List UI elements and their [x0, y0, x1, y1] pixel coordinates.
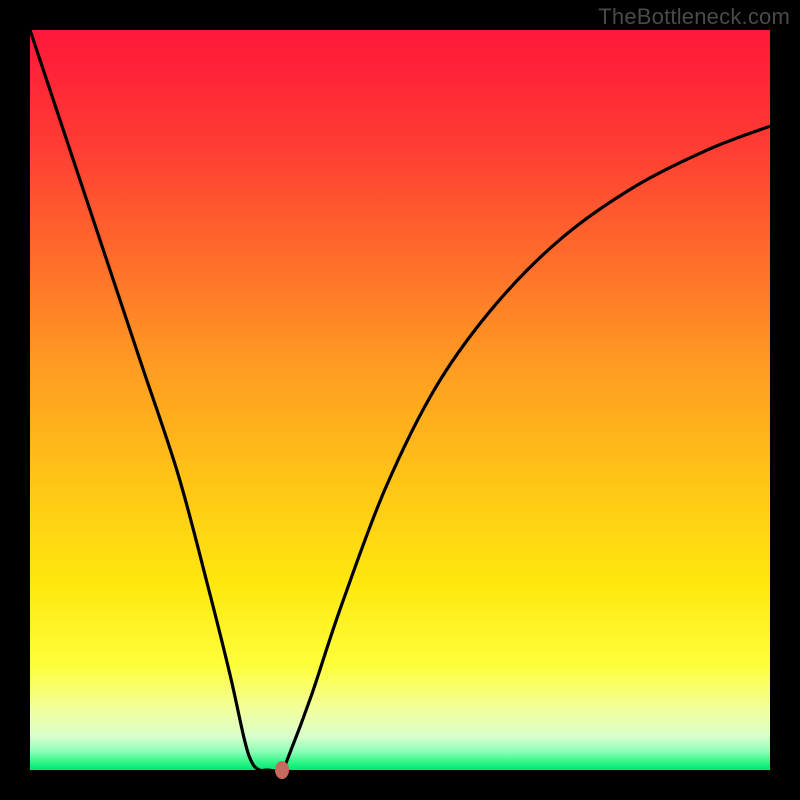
plot-area: [30, 30, 770, 770]
minimum-marker: [275, 761, 289, 779]
curve-layer: [30, 30, 770, 770]
watermark-text: TheBottleneck.com: [598, 4, 790, 30]
chart-frame: TheBottleneck.com: [0, 0, 800, 800]
bottleneck-curve: [30, 30, 770, 770]
